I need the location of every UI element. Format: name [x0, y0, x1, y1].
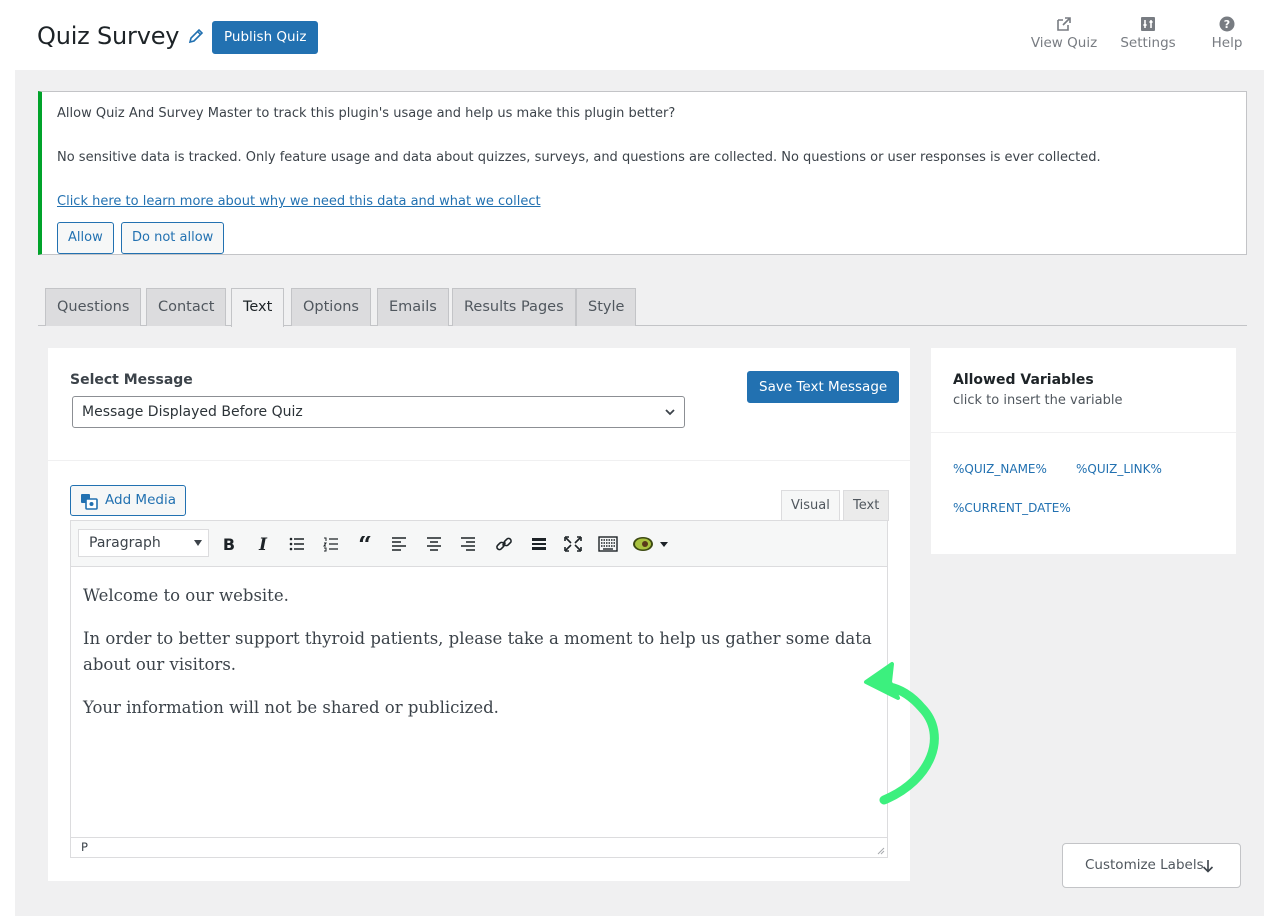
variable-current-date[interactable]: %CURRENT_DATE%	[953, 501, 1071, 515]
tab-contact[interactable]: Contact	[146, 288, 227, 326]
allowed-variables-panel: Allowed Variables click to insert the va…	[931, 348, 1236, 554]
media-icon	[81, 494, 98, 510]
element-path: P	[81, 840, 88, 854]
fullscreen-icon	[564, 536, 582, 552]
content-paragraph: Your information will not be shared or p…	[83, 698, 499, 717]
editor-toolbar: Paragraph B I “	[71, 521, 887, 567]
notice-details: No sensitive data is tracked. Only featu…	[57, 150, 1101, 165]
bullet-list-icon	[289, 537, 304, 551]
align-left-button[interactable]	[387, 532, 411, 556]
svg-text:?: ?	[1224, 18, 1230, 31]
add-media-button[interactable]: Add Media	[70, 485, 186, 516]
format-select[interactable]: Paragraph	[78, 529, 209, 557]
visual-tab[interactable]: Visual	[781, 490, 840, 521]
help-circle-icon: ?	[1219, 16, 1235, 32]
variable-quiz-link[interactable]: %QUIZ_LINK%	[1076, 462, 1162, 476]
chevron-down-icon	[665, 409, 675, 416]
allow-button[interactable]: Allow	[57, 222, 114, 254]
avocado-plugin-icon	[633, 537, 668, 551]
tab-text[interactable]: Text	[231, 288, 285, 327]
view-quiz-action[interactable]: View Quiz	[1030, 16, 1098, 51]
panel-divider	[48, 460, 910, 461]
variables-subtitle: click to insert the variable	[953, 393, 1123, 408]
link-button[interactable]	[492, 532, 516, 556]
editor-content[interactable]: Welcome to our website. In order to bett…	[83, 583, 883, 738]
notice-question: Allow Quiz And Survey Master to track th…	[57, 106, 676, 121]
svg-text:B: B	[223, 536, 235, 552]
caret-down-icon	[194, 540, 202, 546]
numbered-list-button[interactable]	[319, 532, 343, 556]
bold-button[interactable]: B	[217, 532, 241, 556]
variables-title: Allowed Variables	[953, 372, 1094, 388]
variables-divider	[931, 432, 1236, 433]
align-left-icon	[392, 537, 406, 551]
keyboard-toolbar-icon	[598, 536, 618, 552]
view-quiz-label: View Quiz	[1030, 35, 1098, 51]
tab-results-pages[interactable]: Results Pages	[452, 288, 576, 326]
svg-text:I: I	[258, 536, 268, 552]
bullet-list-button[interactable]	[285, 532, 309, 556]
message-select[interactable]: Message Displayed Before Quiz	[72, 396, 685, 428]
select-message-label: Select Message	[70, 372, 193, 388]
annotation-arrow-icon	[864, 662, 939, 805]
avocado-plugin-button[interactable]	[631, 532, 671, 556]
fullscreen-button[interactable]	[561, 532, 585, 556]
variable-quiz-name[interactable]: %QUIZ_NAME%	[953, 462, 1047, 476]
customize-labels-button[interactable]: Customize Labels	[1062, 843, 1241, 888]
resize-handle-icon[interactable]	[875, 845, 885, 855]
settings-action[interactable]: Settings	[1118, 16, 1178, 51]
italic-icon: I	[258, 536, 268, 552]
tab-questions[interactable]: Questions	[45, 288, 142, 326]
tab-options[interactable]: Options	[291, 288, 371, 326]
customize-labels-label: Customize Labels	[1085, 857, 1204, 873]
align-center-icon	[427, 537, 441, 551]
blockquote-icon: “	[358, 536, 372, 552]
editor-statusbar: P	[71, 837, 887, 857]
horizontal-line-button[interactable]	[527, 532, 551, 556]
blockquote-button[interactable]: “	[353, 532, 377, 556]
align-center-button[interactable]	[422, 532, 446, 556]
text-tab[interactable]: Text	[843, 490, 890, 521]
message-select-value: Message Displayed Before Quiz	[82, 404, 303, 420]
content-paragraph: Welcome to our website.	[83, 586, 289, 605]
rich-text-editor[interactable]: Paragraph B I “ Welcome to our website. …	[70, 520, 888, 858]
tab-emails[interactable]: Emails	[377, 288, 449, 326]
settings-label: Settings	[1120, 35, 1176, 51]
text-message-panel: Select Message Message Displayed Before …	[48, 348, 910, 881]
save-text-message-button[interactable]: Save Text Message	[747, 371, 900, 403]
toolbar-toggle-button[interactable]	[596, 532, 620, 556]
numbered-list-icon	[323, 537, 338, 552]
learn-more-link[interactable]: Click here to learn more about why we ne…	[57, 194, 541, 209]
align-right-icon	[461, 537, 475, 551]
publish-quiz-button[interactable]: Publish Quiz	[212, 21, 319, 54]
page-title: Quiz Survey	[37, 22, 180, 50]
tracking-notice: Allow Quiz And Survey Master to track th…	[38, 91, 1247, 255]
align-right-button[interactable]	[456, 532, 480, 556]
settings-sliders-icon	[1141, 17, 1155, 31]
page-header: Quiz Survey Publish Quiz View Quiz Setti…	[0, 0, 1279, 70]
pencil-icon[interactable]	[187, 27, 205, 45]
arrow-down-icon	[1202, 860, 1214, 873]
svg-text:“: “	[358, 536, 372, 552]
horizontal-line-icon	[532, 538, 546, 550]
tab-style[interactable]: Style	[576, 288, 637, 326]
external-link-icon	[1057, 17, 1071, 31]
content-paragraph: In order to better support thyroid patie…	[83, 629, 872, 674]
italic-button[interactable]: I	[251, 532, 275, 556]
bold-icon: B	[223, 536, 235, 552]
help-action[interactable]: ? Help	[1207, 16, 1247, 51]
format-select-value: Paragraph	[89, 535, 161, 551]
do-not-allow-button[interactable]: Do not allow	[121, 222, 225, 254]
link-icon	[496, 537, 512, 551]
help-label: Help	[1211, 35, 1243, 51]
add-media-label: Add Media	[105, 492, 176, 508]
